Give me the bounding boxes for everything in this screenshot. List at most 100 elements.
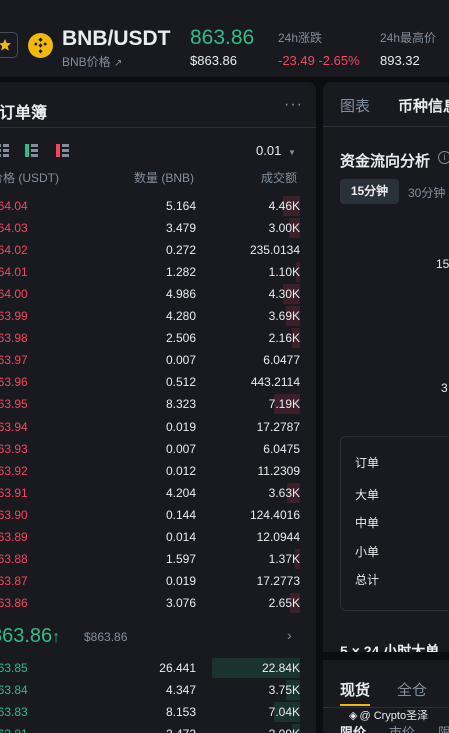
ask-qty: 3.479: [165, 221, 196, 236]
view-asks-icon[interactable]: [56, 144, 69, 157]
ask-row[interactable]: 863.97 0.007 6.0477: [0, 349, 300, 371]
ask-price: 863.95: [0, 397, 28, 412]
ask-total: 4.46K: [268, 199, 300, 213]
bid-qty: 8.153: [165, 705, 196, 720]
ask-total: 3.63K: [268, 485, 300, 500]
tab-cross[interactable]: 全仓: [397, 679, 427, 700]
mid-price-row[interactable]: 863.86↑ $863.86 ›: [0, 618, 316, 652]
timeframe-30m-button[interactable]: 30分钟: [408, 184, 445, 201]
axis-tick-mid: 3: [441, 381, 448, 395]
ask-total: 3.00K: [268, 221, 300, 236]
ask-row[interactable]: 863.99 4.280 3.69K: [0, 305, 300, 327]
ask-price: 863.86: [0, 595, 28, 610]
ask-qty: 0.012: [165, 463, 196, 478]
ask-qty: 0.512: [165, 375, 196, 390]
precision-value: 0.01: [256, 143, 282, 158]
ask-price: 863.93: [0, 441, 28, 456]
tab-limit[interactable]: 限价: [340, 722, 366, 733]
tab-chart[interactable]: 图表: [340, 95, 370, 116]
bid-qty: 4.347: [165, 683, 196, 698]
bid-row[interactable]: 863.83 8.153 7.04K: [0, 701, 300, 723]
ask-row[interactable]: 864.00 4.986 4.30K: [0, 283, 300, 305]
last-price-usd: $863.86: [190, 53, 237, 68]
pair-title[interactable]: BNB/USDT: [62, 27, 171, 51]
ask-price: 864.02: [0, 243, 28, 258]
ask-row[interactable]: 863.93 0.007 6.0475: [0, 438, 300, 460]
ask-qty: 0.007: [165, 353, 196, 368]
tab-coin-info[interactable]: 币种信息: [398, 95, 449, 116]
ask-price: 864.03: [0, 221, 28, 236]
bid-price: 863.83: [0, 705, 28, 720]
ask-row[interactable]: 863.91 4.204 3.63K: [0, 482, 300, 504]
bid-price: 863.85: [0, 661, 28, 675]
ask-row[interactable]: 864.03 3.479 3.00K: [0, 217, 300, 239]
chevron-right-icon[interactable]: ›: [287, 627, 292, 643]
mid-price: 863.86↑: [0, 625, 61, 647]
bid-row[interactable]: 863.81 2.472 2.09K: [0, 723, 300, 733]
ask-row[interactable]: 864.02 0.272 235.0134: [0, 239, 300, 261]
star-icon: [0, 39, 11, 51]
mid-price-usd: $863.86: [84, 630, 128, 644]
precision-select[interactable]: 0.01 ▼: [256, 143, 296, 158]
ask-total: 2.65K: [268, 595, 300, 610]
ask-total: 7.19K: [268, 397, 300, 412]
tab-spot[interactable]: 现货: [340, 679, 370, 700]
high-label: 24h最高价: [380, 31, 437, 45]
bid-row[interactable]: 863.85 26.441 22.84K: [0, 657, 300, 679]
external-link-icon: ↗: [114, 58, 123, 69]
ask-row[interactable]: 863.88 1.597 1.37K: [0, 548, 300, 570]
ask-row[interactable]: 863.92 0.012 11.2309: [0, 460, 300, 482]
ask-price: 863.97: [0, 353, 28, 368]
favorite-star-button[interactable]: [0, 32, 18, 58]
ask-row[interactable]: 863.90 0.144 124.4016: [0, 504, 300, 526]
bid-total: 3.75K: [268, 683, 300, 698]
ask-row[interactable]: 863.86 3.076 2.65K: [0, 592, 300, 614]
ask-qty: 4.280: [165, 309, 196, 324]
tab-other[interactable]: 限: [438, 722, 449, 733]
watermark-text: @ Crypto圣泽: [359, 710, 429, 722]
ask-row[interactable]: 864.04 5.164 4.46K: [0, 195, 300, 217]
ask-total: 1.10K: [268, 265, 300, 280]
ask-total: 235.0134: [249, 243, 300, 258]
axis-tick-top: 15: [436, 257, 449, 271]
view-bids-icon[interactable]: [25, 144, 38, 157]
bid-total: 7.04K: [268, 705, 300, 720]
ticker-header: BNB/USDT BNB价格 ↗ 863.86 $863.86 24h涨跌 -2…: [0, 0, 449, 78]
active-tab-indicator: [340, 704, 370, 706]
ask-row[interactable]: 863.89 0.014 12.0944: [0, 526, 300, 548]
col-qty-header: 数量 (BNB): [134, 171, 195, 185]
last-price: 863.86: [190, 26, 255, 49]
ask-qty: 8.323: [165, 397, 196, 412]
pair-subtitle-link[interactable]: BNB价格 ↗: [62, 53, 122, 70]
tab-market[interactable]: 市价: [389, 722, 415, 733]
ask-row[interactable]: 863.95 8.323 7.19K: [0, 393, 300, 415]
pair-subtitle-text: BNB价格: [62, 55, 111, 69]
bid-total: 22.84K: [261, 661, 300, 675]
ask-row[interactable]: 863.98 2.506 2.16K: [0, 327, 300, 349]
diamond-logo-icon: ◈: [349, 709, 358, 722]
ask-row[interactable]: 863.87 0.019 17.2773: [0, 570, 300, 592]
bnb-logo-icon: [28, 33, 53, 58]
orders-table: 订单 大单 中单 小单 总计: [340, 436, 449, 611]
ask-total: 443.2114: [250, 375, 300, 390]
ask-qty: 5.164: [165, 199, 196, 213]
ask-row[interactable]: 863.94 0.019 17.2787: [0, 416, 300, 438]
ask-row[interactable]: 863.96 0.512 443.2114: [0, 371, 300, 393]
timeframe-15m-button[interactable]: 15分钟: [340, 179, 399, 204]
info-icon[interactable]: i: [438, 151, 449, 164]
ask-price: 863.87: [0, 573, 28, 588]
ask-qty: 4.204: [165, 485, 196, 500]
more-options-icon[interactable]: ···: [284, 96, 303, 114]
up-arrow-icon: ↑: [52, 629, 61, 646]
ask-price: 864.01: [0, 265, 28, 280]
ask-price: 863.98: [0, 331, 28, 346]
order-book-panel: 订单簿 ··· 0.01 ▼ 价格 (USDT) 数量 (BNB) 成交额 86…: [0, 82, 316, 733]
ask-total: 3.69K: [268, 309, 300, 324]
bid-row[interactable]: 863.84 4.347 3.75K: [0, 679, 300, 701]
ask-row[interactable]: 864.01 1.282 1.10K: [0, 261, 300, 283]
col-total-header: 成交额: [261, 171, 298, 185]
ask-total: 17.2787: [256, 419, 300, 434]
divider: [0, 127, 316, 128]
view-both-icon[interactable]: [0, 144, 9, 157]
orders-small-label: 小单: [355, 545, 380, 559]
